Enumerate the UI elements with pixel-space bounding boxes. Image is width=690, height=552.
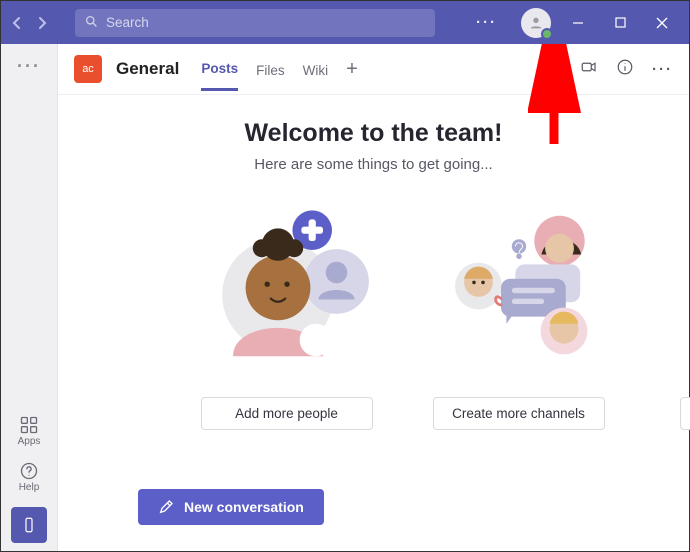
minimize-button[interactable] — [557, 2, 599, 44]
search-input[interactable]: Search — [75, 9, 435, 37]
tab-posts[interactable]: Posts — [201, 47, 238, 91]
welcome-title: Welcome to the team! — [58, 119, 689, 148]
card-open-faq: ? Op — [661, 201, 690, 430]
main-content: ac General Posts Files Wiki + ··· Welcom… — [58, 44, 689, 551]
profile-avatar[interactable] — [521, 8, 551, 38]
create-channels-illustration — [429, 201, 609, 371]
video-icon — [580, 58, 598, 76]
apps-icon — [19, 415, 39, 435]
create-channels-button[interactable]: Create more channels — [433, 397, 605, 430]
maximize-button[interactable] — [599, 2, 641, 44]
window-controls — [557, 2, 683, 44]
tab-files[interactable]: Files — [256, 49, 285, 90]
team-avatar[interactable]: ac — [74, 55, 102, 83]
channel-tabs: Posts Files Wiki + — [201, 47, 357, 91]
welcome-subtitle: Here are some things to get going... — [58, 156, 689, 173]
add-people-illustration — [197, 201, 377, 371]
info-icon — [616, 58, 634, 76]
info-button[interactable] — [616, 58, 634, 81]
app-rail: ··· Apps Help — [1, 44, 58, 551]
nav-back-button[interactable] — [7, 9, 26, 37]
rail-apps-label: Apps — [18, 436, 41, 447]
compose-icon — [158, 499, 174, 515]
channel-actions: ··· — [580, 58, 673, 81]
rail-apps-button[interactable]: Apps — [18, 415, 41, 447]
card-add-people: Add more people — [197, 201, 377, 430]
title-bar: Search ··· — [1, 1, 689, 44]
search-icon — [85, 15, 98, 31]
nav-forward-button[interactable] — [32, 9, 51, 37]
rail-selected-item[interactable] — [11, 507, 47, 543]
rail-more-button[interactable]: ··· — [17, 56, 41, 77]
card-create-channels: Create more channels — [429, 201, 609, 430]
channel-header: ac General Posts Files Wiki + ··· — [58, 44, 689, 94]
onboarding-cards: Add more people — [58, 201, 689, 430]
search-placeholder: Search — [106, 15, 149, 30]
channel-name: General — [116, 59, 179, 79]
rail-help-button[interactable]: Help — [19, 461, 40, 493]
presence-available-icon — [541, 28, 553, 40]
meet-button[interactable] — [580, 58, 598, 81]
faq-illustration: ? — [661, 201, 690, 371]
help-icon — [19, 461, 39, 481]
add-tab-button[interactable]: + — [346, 58, 358, 81]
device-icon — [20, 516, 38, 534]
close-button[interactable] — [641, 2, 683, 44]
new-conversation-label: New conversation — [184, 499, 304, 515]
welcome-section: Welcome to the team! Here are some thing… — [58, 95, 689, 173]
rail-help-label: Help — [19, 482, 40, 493]
add-people-button[interactable]: Add more people — [201, 397, 373, 430]
settings-more-button[interactable]: ··· — [476, 14, 497, 31]
open-faq-button[interactable]: Op — [680, 397, 690, 430]
new-conversation-button[interactable]: New conversation — [138, 489, 324, 525]
channel-more-button[interactable]: ··· — [652, 61, 673, 78]
tab-wiki[interactable]: Wiki — [303, 49, 329, 90]
